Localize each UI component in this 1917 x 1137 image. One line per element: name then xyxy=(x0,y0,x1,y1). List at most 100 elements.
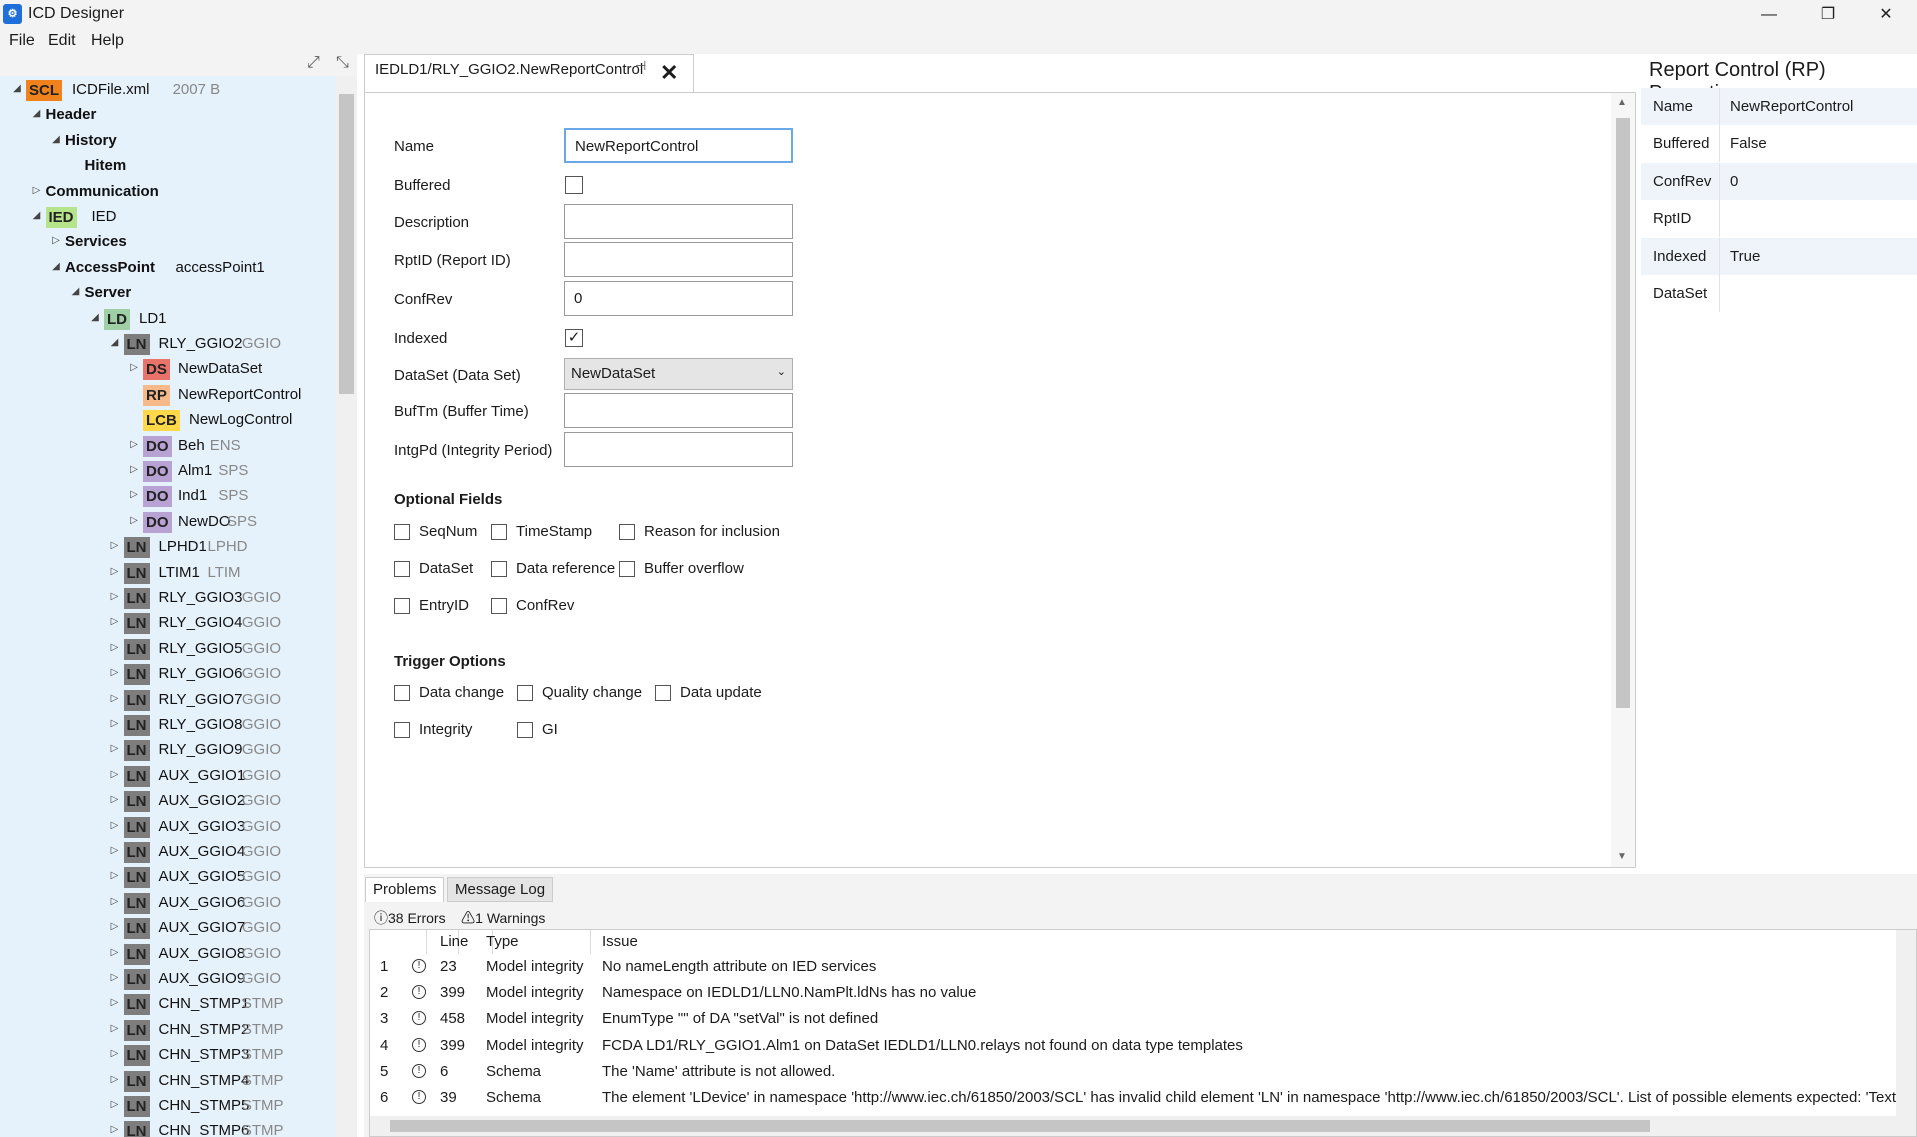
close-tab-icon[interactable]: ✕ xyxy=(660,60,678,86)
checkbox-box[interactable] xyxy=(491,524,507,540)
tree-node[interactable]: ▷ Services xyxy=(0,230,336,255)
tree-scrollbar-thumb[interactable] xyxy=(339,94,354,394)
expander-icon[interactable]: ▷ xyxy=(109,870,121,881)
buftm-field[interactable] xyxy=(564,393,793,428)
property-row[interactable]: DataSet xyxy=(1641,275,1917,312)
tree-node[interactable]: ▷ LN AUX_GGIO4 GGIO xyxy=(0,840,336,865)
error-count[interactable]: 38 Errors xyxy=(388,910,446,926)
tree-node[interactable]: ▷ LN AUX_GGIO8 GGIO xyxy=(0,942,336,967)
expander-icon[interactable]: ▷ xyxy=(109,972,121,983)
tree-node[interactable]: ▷ DO Beh ENS xyxy=(0,434,336,459)
expander-icon[interactable]: ▷ xyxy=(109,845,121,856)
tree-node[interactable]: RP NewReportControl xyxy=(0,383,336,408)
expand-all-icon[interactable]: ⤢ xyxy=(307,54,320,72)
expander-icon[interactable]: ▷ xyxy=(109,1099,121,1110)
property-row[interactable]: Indexed True xyxy=(1641,237,1917,275)
tree-node[interactable]: ◢ LD LD1 xyxy=(0,307,336,332)
tree-node[interactable]: ▷ LN RLY_GGIO7 GGIO xyxy=(0,688,336,713)
tab-problems[interactable]: Problems xyxy=(365,877,445,902)
scroll-down-icon[interactable]: ▼ xyxy=(1617,851,1627,862)
tab-report-control[interactable]: IEDLD1/RLY_GGIO2.NewReportControl ⊣ ✕ xyxy=(364,54,694,92)
tree-node[interactable]: ▷ LN AUX_GGIO1 GGIO xyxy=(0,764,336,789)
expander-icon[interactable]: ▷ xyxy=(109,1023,121,1034)
tree-node[interactable]: ▷ DO NewDO SPS xyxy=(0,510,336,535)
tree-node[interactable]: ▷ LN CHN_STMP4 STMP xyxy=(0,1069,336,1094)
expander-icon[interactable]: ◢ xyxy=(70,286,82,297)
indexed-checkbox[interactable]: ✓ xyxy=(565,329,583,347)
property-row[interactable]: ConfRev 0 xyxy=(1641,162,1917,200)
grid-vertical-scrollbar[interactable] xyxy=(1896,930,1916,1116)
column-header-line[interactable]: Line xyxy=(440,930,468,954)
checkbox-box[interactable] xyxy=(491,561,507,577)
expander-icon[interactable]: ▷ xyxy=(109,1124,121,1135)
close-window-button[interactable]: ✕ xyxy=(1858,0,1914,29)
property-value[interactable]: NewReportControl xyxy=(1719,88,1853,125)
expander-icon[interactable]: ▷ xyxy=(128,464,140,475)
expander-icon[interactable]: ▷ xyxy=(109,616,121,627)
expander-icon[interactable]: ◢ xyxy=(50,261,62,272)
tree-node[interactable]: ▷ LN CHN_STMP3 STMP xyxy=(0,1043,336,1068)
tree-node[interactable]: ▷ LN AUX_GGIO3 GGIO xyxy=(0,815,336,840)
tree-node[interactable]: ▷ LN AUX_GGIO7 GGIO xyxy=(0,916,336,941)
expander-icon[interactable]: ◢ xyxy=(50,134,62,145)
tree-node[interactable]: ▷ LN LTIM1 LTIM xyxy=(0,561,336,586)
tree-node[interactable]: ◢ Server xyxy=(0,281,336,306)
checkbox-box[interactable] xyxy=(517,685,533,701)
checkbox-box[interactable] xyxy=(394,524,410,540)
expander-icon[interactable]: ▷ xyxy=(109,1074,121,1085)
property-row[interactable]: RptID xyxy=(1641,200,1917,238)
minimize-button[interactable]: — xyxy=(1741,0,1797,29)
tree-node[interactable]: ▷ LN CHN_STMP6 STMP xyxy=(0,1119,336,1137)
property-value[interactable]: False xyxy=(1719,125,1767,163)
table-row[interactable]: 4! 399 Model integrity FCDA LD1/RLY_GGIO1.A… xyxy=(370,1034,1916,1056)
expander-icon[interactable]: ▷ xyxy=(109,591,121,602)
tree-node[interactable]: ▷ LN AUX_GGIO5 GGIO xyxy=(0,865,336,890)
description-field[interactable] xyxy=(564,204,793,239)
buffered-checkbox[interactable] xyxy=(565,176,583,194)
expander-icon[interactable]: ▷ xyxy=(109,921,121,932)
expander-icon[interactable]: ◢ xyxy=(31,108,43,119)
checkbox-box[interactable] xyxy=(394,685,410,701)
expander-icon[interactable]: ▷ xyxy=(109,718,121,729)
expander-icon[interactable]: ▷ xyxy=(31,185,43,196)
expander-icon[interactable]: ◢ xyxy=(31,210,43,221)
rptid-field[interactable] xyxy=(564,242,793,277)
expander-icon[interactable]: ▷ xyxy=(109,1048,121,1059)
expander-icon[interactable]: ▷ xyxy=(128,515,140,526)
scroll-up-icon[interactable]: ▲ xyxy=(1617,97,1627,108)
tree-node[interactable]: ▷ LN RLY_GGIO9 GGIO xyxy=(0,738,336,763)
expander-icon[interactable]: ▷ xyxy=(109,693,121,704)
dataset-select[interactable]: NewDataSet ⌄ xyxy=(564,358,793,390)
menu-edit[interactable]: Edit xyxy=(48,32,76,50)
expander-icon[interactable]: ▷ xyxy=(109,667,121,678)
property-value[interactable] xyxy=(1719,275,1730,312)
name-field[interactable]: NewReportControl xyxy=(564,128,793,163)
tree-scrollbar[interactable] xyxy=(336,76,357,1137)
tree-node[interactable]: ▷ LN LPHD1 LPHD xyxy=(0,535,336,560)
form-scrollbar-thumb[interactable] xyxy=(1616,118,1630,708)
table-row[interactable]: 2! 399 Model integrity Namespace on IEDLD1/… xyxy=(370,981,1916,1003)
tree-node[interactable]: ▷ DO Ind1 SPS xyxy=(0,484,336,509)
tree-node[interactable]: ▷ LN RLY_GGIO3 GGIO xyxy=(0,586,336,611)
tree-node[interactable]: ◢ LN RLY_GGIO2 GGIO xyxy=(0,332,336,357)
tree-node[interactable]: ▷ LN RLY_GGIO6 GGIO xyxy=(0,662,336,687)
pin-icon[interactable]: ⊣ xyxy=(635,58,646,74)
expander-icon[interactable]: ▷ xyxy=(128,362,140,373)
expander-icon[interactable]: ▷ xyxy=(109,769,121,780)
property-row[interactable]: Name NewReportControl xyxy=(1641,88,1917,125)
checkbox-box[interactable] xyxy=(619,561,635,577)
tree-node[interactable]: ▷ LN AUX_GGIO2 GGIO xyxy=(0,789,336,814)
grid-hscroll-thumb[interactable] xyxy=(390,1120,1650,1132)
property-value[interactable]: True xyxy=(1719,237,1760,275)
tree-node[interactable]: ▷ LN CHN_STMP1 STMP xyxy=(0,992,336,1017)
checkbox-box[interactable] xyxy=(394,722,410,738)
table-row[interactable]: 3! 458 Model integrity EnumType "" of DA "s… xyxy=(370,1007,1916,1029)
tree-node[interactable]: ▷ LN CHN_STMP5 STMP xyxy=(0,1094,336,1119)
menu-file[interactable]: File xyxy=(9,32,35,50)
menu-help[interactable]: Help xyxy=(91,32,124,50)
tree-node[interactable]: ▷ LN RLY_GGIO8 GGIO xyxy=(0,713,336,738)
tree-node[interactable]: ▷ LN RLY_GGIO4 GGIO xyxy=(0,611,336,636)
expander-icon[interactable]: ▷ xyxy=(109,540,121,551)
checkbox-box[interactable] xyxy=(619,524,635,540)
tree-node[interactable]: ◢ History xyxy=(0,129,336,154)
